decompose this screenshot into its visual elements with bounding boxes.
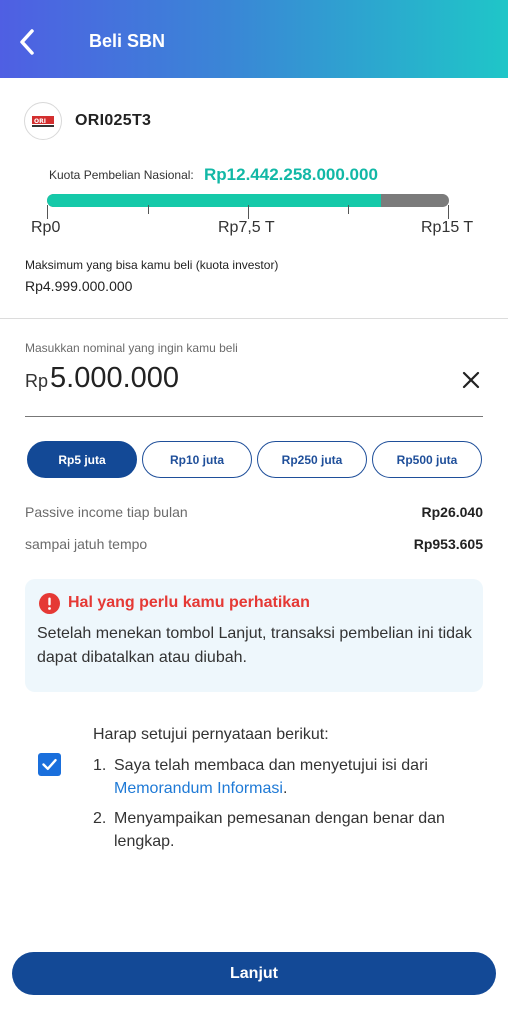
- chip-rp500-juta[interactable]: Rp500 juta: [372, 441, 482, 478]
- memorandum-link[interactable]: Memorandum Informasi: [114, 780, 283, 797]
- agreement-title: Harap setujui pernyataan berikut:: [93, 726, 329, 743]
- agreement-item-1-text: Saya telah membaca dan menyetujui isi da…: [114, 757, 428, 774]
- alert-icon: [39, 593, 60, 614]
- agreement-item-2: 2. Menyampaikan pemesanan dengan benar d…: [93, 807, 484, 853]
- amount-input-label: Masukkan nominal yang ingin kamu beli: [25, 341, 238, 355]
- chip-rp250-juta[interactable]: Rp250 juta: [257, 441, 367, 478]
- page-title: Beli SBN: [89, 31, 166, 51]
- product-name: ORI025T3: [75, 112, 152, 129]
- amount-input[interactable]: Rp 5.000.000: [25, 362, 179, 402]
- clear-icon[interactable]: [458, 367, 484, 393]
- checkmark-icon: [42, 759, 57, 770]
- agreement-item-number: 2.: [93, 810, 107, 827]
- quota-progress-fill: [47, 194, 381, 207]
- currency-prefix: Rp: [25, 371, 49, 391]
- section-divider: [0, 318, 508, 319]
- product-info: ORI ORI025T3: [24, 101, 151, 141]
- investor-quota-label: Maksimum yang bisa kamu beli (kuota inve…: [25, 258, 279, 272]
- continue-button[interactable]: Lanjut: [12, 952, 496, 995]
- quick-amount-chips: Rp5 juta Rp10 juta Rp250 juta Rp500 juta: [27, 441, 487, 478]
- notice-body: Setelah menekan tombol Lanjut, transaksi…: [37, 625, 472, 666]
- maturity-income-row: sampai jatuh tempo Rp953.605: [25, 536, 483, 552]
- tick-label-max: Rp15 T: [421, 219, 474, 236]
- agreement-item-1: 1. Saya telah membaca dan menyetujui isi…: [93, 754, 484, 800]
- progress-tick: [348, 205, 349, 214]
- progress-tick: [448, 205, 449, 219]
- maturity-income-label: sampai jatuh tempo: [25, 536, 148, 552]
- maturity-income-value: Rp953.605: [413, 536, 483, 552]
- progress-tick: [47, 205, 48, 219]
- agreement-item-text: Saya telah membaca dan menyetujui isi da…: [114, 754, 484, 800]
- back-arrow-icon[interactable]: [12, 26, 44, 58]
- product-logo: ORI: [24, 102, 62, 140]
- tick-label-mid: Rp7,5 T: [218, 219, 275, 236]
- agreement-item-1-suffix: .: [282, 780, 288, 797]
- notice-title: Hal yang perlu kamu perhatikan: [68, 594, 310, 611]
- svg-text:ORI: ORI: [34, 118, 46, 125]
- warning-notice: Hal yang perlu kamu perhatikan Setelah m…: [25, 579, 483, 692]
- monthly-income-label: Passive income tiap bulan: [25, 504, 188, 520]
- monthly-income-value: Rp26.040: [421, 504, 483, 520]
- agreement-item-text: Menyampaikan pemesanan dengan benar dan …: [114, 810, 445, 850]
- app-header: Beli SBN: [0, 0, 508, 78]
- monthly-income-row: Passive income tiap bulan Rp26.040: [25, 504, 483, 520]
- national-quota-value: Rp12.442.258.000.000: [204, 165, 378, 184]
- progress-tick: [248, 205, 249, 219]
- agreement-checkbox[interactable]: [38, 753, 61, 776]
- progress-tick: [148, 205, 149, 214]
- amount-value[interactable]: 5.000.000: [50, 362, 179, 395]
- investor-quota-value: Rp4.999.000.000: [25, 278, 133, 294]
- ori-logo-icon: ORI: [31, 113, 55, 129]
- tick-label-min: Rp0: [31, 219, 61, 236]
- agreement-item-number: 1.: [93, 757, 107, 774]
- national-quota-label: Kuota Pembelian Nasional:: [49, 168, 194, 182]
- chip-rp10-juta[interactable]: Rp10 juta: [142, 441, 252, 478]
- chip-rp5-juta[interactable]: Rp5 juta: [27, 441, 137, 478]
- amount-input-underline: [25, 416, 483, 417]
